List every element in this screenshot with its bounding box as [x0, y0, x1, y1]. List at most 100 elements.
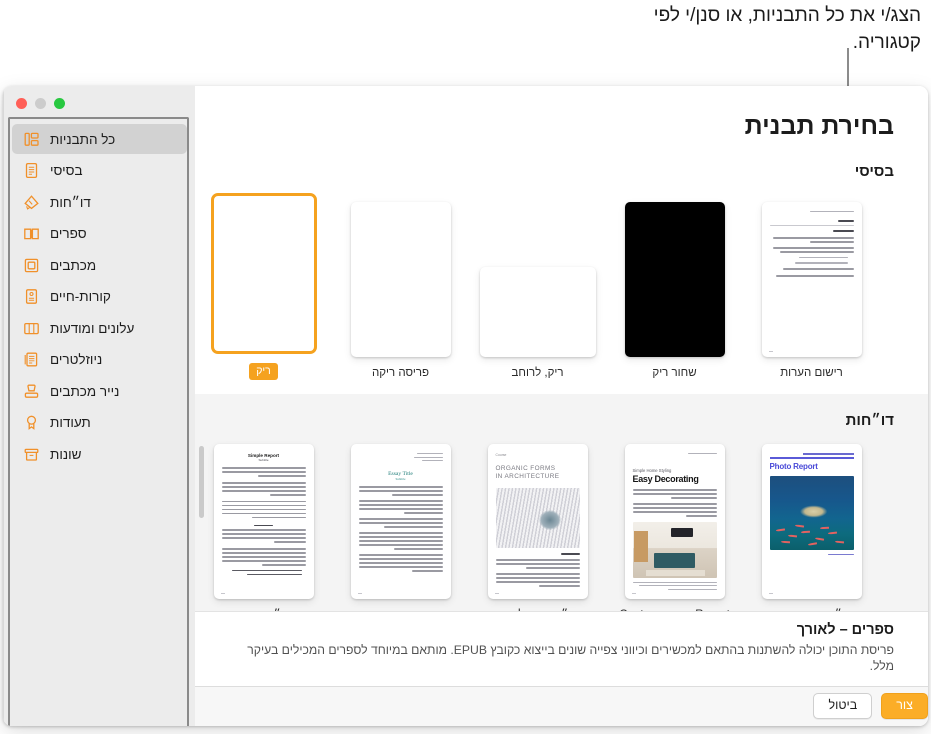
sidebar-item-flyers-posters[interactable]: עלונים ומודעות [12, 313, 187, 343]
sidebar-item-resume[interactable]: קורות-חיים [12, 282, 187, 312]
letters-icon [22, 256, 41, 275]
zoom-button[interactable] [54, 98, 65, 109]
page-number-mark [357, 592, 362, 594]
page-title: בחירת תבנית [744, 112, 894, 140]
sidebar-item-label: תעודות [50, 415, 91, 430]
vertical-scrollbar[interactable] [199, 446, 204, 518]
sidebar-item-books[interactable]: ספרים [12, 219, 187, 249]
template-label: דו״ח עם תמונות [772, 608, 851, 611]
template-thumbnail[interactable]: Simple Home Styling Easy Decorating [624, 444, 725, 599]
section-heading: בסיסי [854, 163, 894, 180]
template-item-essay[interactable]: Essay Title Subtitle [332, 441, 469, 611]
sidebar-item-label: בסיסי [50, 163, 83, 178]
template-selected-badge: ריק [249, 363, 278, 380]
callout-annotation-text: הצג/י את כל התבניות, או סנן/י לפי קטגורי… [653, 5, 921, 53]
create-button[interactable]: צור [881, 693, 928, 720]
image-shape [645, 570, 705, 577]
template-row: Simple Report Subtitle Essay Title Subti… [195, 429, 928, 611]
thumbnail-preview-content: Essay Title Subtitle [351, 444, 451, 583]
image-shape [634, 530, 648, 562]
minimize-button[interactable] [35, 98, 46, 109]
sidebar-item-label: מכתבים [50, 257, 97, 273]
page-number-mark [768, 592, 773, 594]
sidebar-item-basic[interactable]: בסיסי [12, 156, 187, 186]
stationery-icon [22, 382, 41, 401]
sidebar-item-label: נייר מכתבים [50, 383, 120, 399]
template-item-blank[interactable]: ריק [195, 192, 332, 380]
sidebar-item-newsletters[interactable]: ניוזלטרים [12, 345, 187, 375]
sidebar-item-label: ספרים [50, 226, 87, 241]
template-item-minimalist-report[interactable]: Course ORGANIC FORMS IN ARCHITECTURE [469, 441, 606, 611]
thumb-rule [769, 457, 854, 459]
thumbnail-preview-content [762, 202, 862, 288]
template-thumbnail[interactable]: Photo Report [761, 444, 862, 599]
dialog-button-bar: צור ביטול [195, 685, 928, 726]
thumbnail-preview-content: Simple Home Styling Easy Decorating [625, 444, 725, 599]
reports-icon [22, 193, 41, 212]
thumb-kicker: Course [495, 453, 507, 457]
thumbnail-wrap [743, 195, 880, 357]
sidebar-item-certificates[interactable]: תעודות [12, 408, 187, 438]
thumbnail-wrap [195, 192, 332, 354]
template-thumbnail[interactable]: Course ORGANIC FORMS IN ARCHITECTURE [487, 444, 588, 599]
template-item-photo-report[interactable]: Photo Report [743, 441, 880, 611]
thumb-image [495, 488, 580, 548]
sidebar-item-label: ניוזלטרים [50, 352, 103, 367]
thumbnail-wrap: Photo Report [743, 441, 880, 599]
sidebar-item-letters[interactable]: מכתבים [12, 250, 187, 280]
close-button[interactable] [16, 98, 27, 109]
thumbnail-wrap: Simple Report Subtitle [195, 441, 332, 599]
thumbnail-wrap [606, 195, 743, 357]
certificates-icon [22, 413, 41, 432]
thumbnail-preview-content: Simple Report Subtitle [214, 444, 314, 588]
category-sidebar: כל התבניות בסיסי דו״חות ספרים מכתבים קור… [3, 86, 195, 726]
sidebar-item-all-templates[interactable]: כל התבניות [12, 124, 187, 154]
template-item-note-taking[interactable]: רישום הערות [743, 195, 880, 380]
template-thumbnail[interactable] [479, 267, 596, 357]
image-shape [671, 528, 693, 538]
template-item-blank-black[interactable]: שחור ריק [606, 195, 743, 380]
newsletters-icon [22, 350, 41, 369]
thumb-kicker: Simple Home Styling [632, 467, 672, 473]
basic-document-icon [22, 161, 41, 180]
resume-icon [22, 287, 41, 306]
template-thumbnail[interactable] [761, 202, 862, 357]
template-label: חיבור [387, 608, 413, 611]
template-item-contemporary-report[interactable]: Simple Home Styling Easy Decorating [606, 441, 743, 611]
page-number-mark [220, 592, 225, 594]
sidebar-item-stationery[interactable]: נייר מכתבים [12, 376, 187, 406]
template-label: פריסה ריקה [371, 367, 430, 379]
template-item-blank-layout[interactable]: פריסה ריקה [332, 195, 469, 380]
template-scroll-area[interactable]: בחירת תבנית בסיסי ריק פריסה ריקה ריק, לר… [195, 86, 928, 611]
thumbnail-wrap [332, 195, 469, 357]
template-description-panel: ספרים – לאורך פריסת התוכן יכולה להשתנות … [195, 610, 928, 686]
template-label: רישום הערות [780, 367, 843, 379]
thumbnail-wrap [469, 195, 606, 357]
section-heading: דו״חות [845, 412, 894, 429]
thumb-title: Easy Decorating [632, 474, 699, 485]
template-thumbnail[interactable] [210, 193, 317, 354]
template-chooser-window: כל התבניות בסיסי דו״חות ספרים מכתבים קור… [3, 86, 928, 726]
template-thumbnail[interactable] [624, 202, 725, 357]
template-thumbnail[interactable]: Essay Title Subtitle [350, 444, 451, 599]
template-label: דו״ח פשוט [237, 608, 290, 611]
description-body: פריסת התוכן יכולה להשתנות בהתאם למכשירים… [247, 642, 894, 673]
template-item-simple-report[interactable]: Simple Report Subtitle [195, 441, 332, 611]
template-browser: בחירת תבנית בסיסי ריק פריסה ריקה ריק, לר… [195, 86, 928, 726]
sidebar-item-misc[interactable]: שונות [12, 439, 187, 469]
sidebar-item-label: דו״חות [50, 194, 91, 210]
flyers-posters-icon [22, 319, 41, 338]
all-templates-icon [22, 130, 41, 149]
template-label: Contemporary Report [619, 608, 730, 611]
section-basic: בסיסי ריק פריסה ריקה ריק, לרוחב שחור ריק… [195, 141, 928, 380]
thumb-subtitle: Subtitle [258, 458, 269, 462]
sidebar-item-label: עלונים ומודעות [50, 320, 135, 336]
sidebar-item-reports[interactable]: דו״חות [12, 187, 187, 217]
template-thumbnail[interactable]: Simple Report Subtitle [213, 444, 314, 599]
screenshot-root: הצג/י את כל התבניות, או סנן/י לפי קטגורי… [0, 0, 931, 734]
template-thumbnail[interactable] [350, 202, 451, 357]
cancel-button[interactable]: ביטול [813, 693, 873, 720]
thumbnail-preview-content: Course ORGANIC FORMS IN ARCHITECTURE [488, 444, 588, 598]
template-item-blank-landscape[interactable]: ריק, לרוחב [469, 195, 606, 380]
image-shape [654, 552, 695, 568]
